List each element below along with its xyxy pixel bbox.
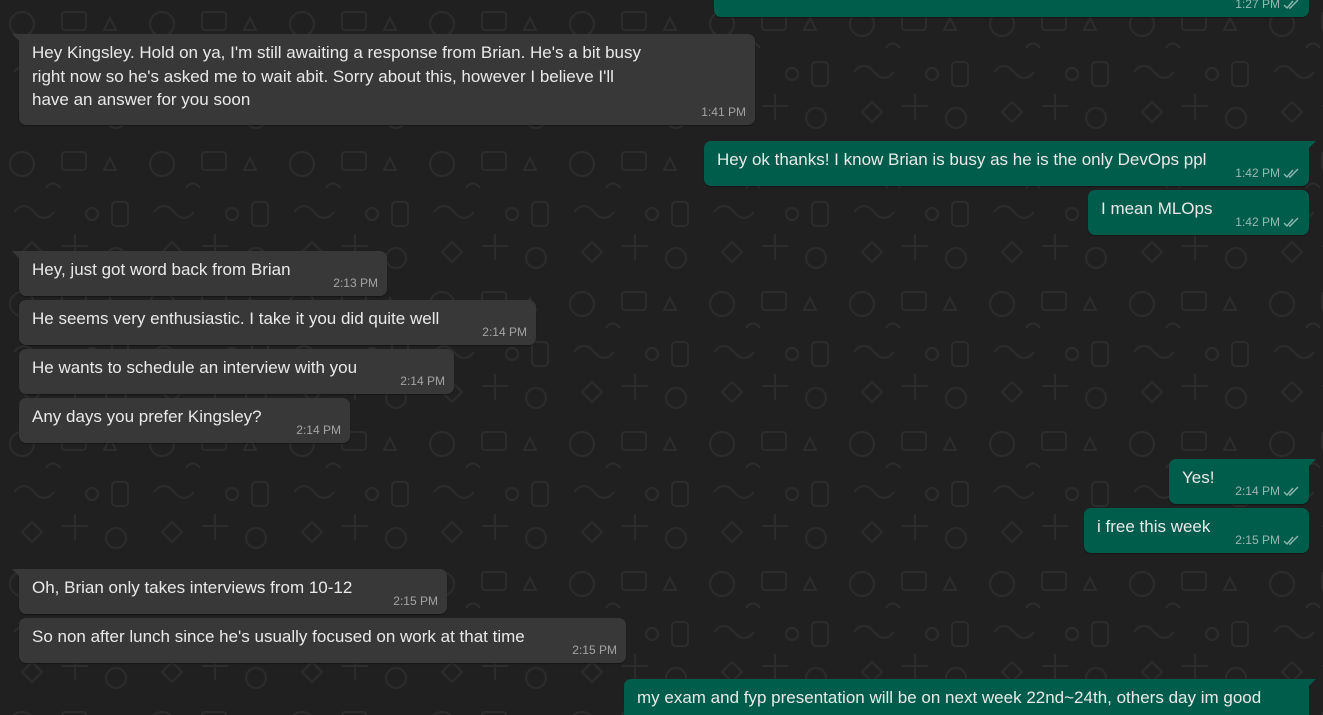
message-text: Hey Kingsley. Hold on ya, I'm still awai…	[32, 43, 641, 109]
incoming-message[interactable]: Hey, just got word back from Brian 2:13 …	[12, 251, 387, 296]
message-meta: 2:15 PM	[572, 643, 617, 657]
outgoing-message[interactable]: my exam and fyp presentation will be on …	[624, 679, 1316, 715]
bubble-tail	[1306, 459, 1316, 469]
message-meta: 2:14 PM	[400, 374, 445, 388]
bubble-tail	[1306, 679, 1316, 689]
message-time: 1:42 PM	[1235, 215, 1280, 229]
outgoing-message[interactable]: Yes! 2:14 PM	[1169, 459, 1316, 504]
message-time: 1:42 PM	[1235, 166, 1280, 180]
message-time: 2:15 PM	[572, 643, 617, 657]
message-text: Yes!	[1182, 468, 1215, 487]
message-time: 2:14 PM	[482, 325, 527, 339]
bubble-tail	[1306, 141, 1316, 151]
message-meta: 2:14 PM	[1235, 484, 1300, 498]
message-meta: 2:13 PM	[333, 276, 378, 290]
incoming-message[interactable]: So non after lunch since he's usually fo…	[19, 618, 626, 663]
message-meta: 1:42 PM	[1235, 215, 1300, 229]
double-check-icon	[1283, 535, 1299, 545]
message-meta: 1:27 PM	[1235, 0, 1300, 11]
double-check-icon	[1283, 168, 1299, 178]
bubble-tail	[12, 569, 22, 579]
message-meta: 1:41 PM	[701, 105, 746, 119]
incoming-message[interactable]: Any days you prefer Kingsley? 2:14 PM	[19, 398, 350, 443]
bubble-tail	[12, 251, 22, 261]
message-time: 2:14 PM	[1235, 484, 1280, 498]
message-time: 2:14 PM	[296, 423, 341, 437]
message-time: 2:15 PM	[393, 594, 438, 608]
message-text: He seems very enthusiastic. I take it yo…	[32, 309, 440, 328]
message-text: Oh, Brian only takes interviews from 10-…	[32, 578, 353, 597]
double-check-icon	[1283, 0, 1299, 9]
message-time: 2:13 PM	[333, 276, 378, 290]
message-text: Hey, just got word back from Brian	[32, 260, 291, 279]
message-text: I mean MLOps	[1101, 199, 1213, 218]
message-meta: 2:15 PM	[1235, 533, 1300, 547]
message-time: 1:41 PM	[701, 105, 746, 119]
incoming-message[interactable]: He seems very enthusiastic. I take it yo…	[19, 300, 536, 345]
incoming-message[interactable]: Hey Kingsley. Hold on ya, I'm still awai…	[12, 34, 755, 125]
outgoing-message[interactable]: I mean MLOps 1:42 PM	[1088, 190, 1309, 235]
message-text: my exam and fyp presentation will be on …	[637, 688, 1262, 707]
outgoing-message[interactable]: i free this week 2:15 PM	[1084, 508, 1309, 553]
incoming-message[interactable]: Oh, Brian only takes interviews from 10-…	[12, 569, 447, 614]
message-text: Hey ok thanks! I know Brian is busy as h…	[717, 150, 1207, 169]
message-meta: 2:14 PM	[296, 423, 341, 437]
message-text: He wants to schedule an interview with y…	[32, 358, 358, 377]
message-meta: 2:15 PM	[393, 594, 438, 608]
outgoing-message[interactable]: Hey ok thanks! I know Brian is busy as h…	[704, 141, 1316, 186]
message-time: 2:15 PM	[1235, 533, 1280, 547]
bubble-tail	[12, 34, 22, 44]
message-meta: 2:14 PM	[482, 325, 527, 339]
double-check-icon	[1283, 217, 1299, 227]
message-meta: 1:42 PM	[1235, 166, 1300, 180]
incoming-message[interactable]: He wants to schedule an interview with y…	[19, 349, 454, 394]
message-time: 2:14 PM	[400, 374, 445, 388]
outgoing-message[interactable]: 1:27 PM	[714, 0, 1309, 17]
message-text: So non after lunch since he's usually fo…	[32, 627, 525, 646]
message-time: 1:27 PM	[1235, 0, 1280, 11]
message-text: i free this week	[1097, 517, 1211, 536]
message-text: Any days you prefer Kingsley?	[32, 407, 262, 426]
double-check-icon	[1283, 486, 1299, 496]
